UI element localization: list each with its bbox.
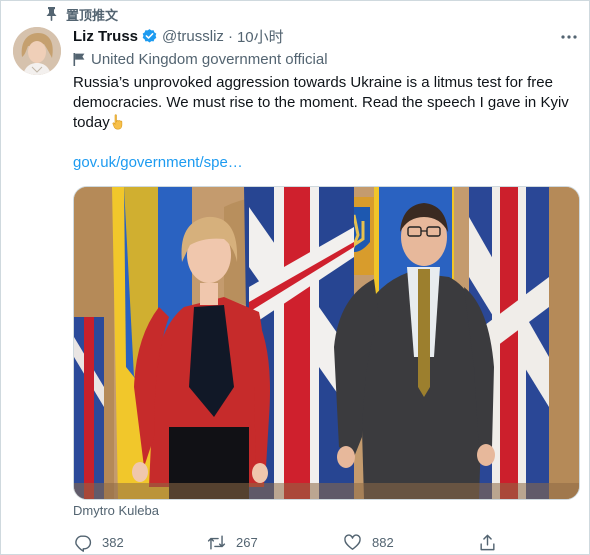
tweet-header: Liz Truss @trussliz · 10小时	[73, 26, 284, 46]
government-label-text: United Kingdom government official	[91, 50, 328, 68]
more-options-icon[interactable]	[559, 27, 579, 47]
verified-badge-icon	[141, 28, 158, 45]
pinned-indicator: 置顶推文	[45, 6, 119, 23]
article-link[interactable]: gov.uk/government/spe…	[73, 153, 243, 173]
like-count: 882	[372, 534, 394, 550]
flag-icon	[73, 52, 85, 66]
point-down-emoji-icon	[110, 114, 126, 130]
pinned-label: 置顶推文	[66, 7, 119, 23]
share-icon	[478, 533, 497, 552]
pin-icon	[45, 7, 58, 21]
government-label[interactable]: United Kingdom government official	[73, 49, 328, 69]
reply-icon	[73, 533, 92, 552]
tweet-actions: 382 267 882	[73, 531, 513, 553]
retweet-button[interactable]: 267	[207, 533, 258, 552]
like-button[interactable]: 882	[343, 533, 394, 552]
tweet-card[interactable]: 置顶推文 Liz Truss @trussliz · 10小时 United K…	[0, 0, 590, 555]
handle[interactable]: @trussliz	[162, 28, 224, 45]
tweet-text: Russia’s unprovoked aggression towards U…	[73, 73, 573, 133]
heart-icon	[343, 533, 362, 552]
retweet-count: 267	[236, 534, 258, 550]
display-name[interactable]: Liz Truss	[73, 28, 138, 45]
photo-credit[interactable]: Dmytro Kuleba	[73, 503, 159, 518]
avatar[interactable]	[13, 27, 61, 75]
tweet-photo[interactable]	[73, 186, 580, 500]
retweet-icon	[207, 533, 226, 552]
timestamp[interactable]: 10小时	[237, 26, 284, 47]
separator-dot: ·	[227, 27, 233, 45]
tweet-body: Russia’s unprovoked aggression towards U…	[73, 74, 569, 131]
reply-count: 382	[102, 534, 124, 550]
share-button[interactable]	[478, 533, 497, 552]
photo-image	[74, 187, 579, 499]
reply-button[interactable]: 382	[73, 533, 124, 552]
